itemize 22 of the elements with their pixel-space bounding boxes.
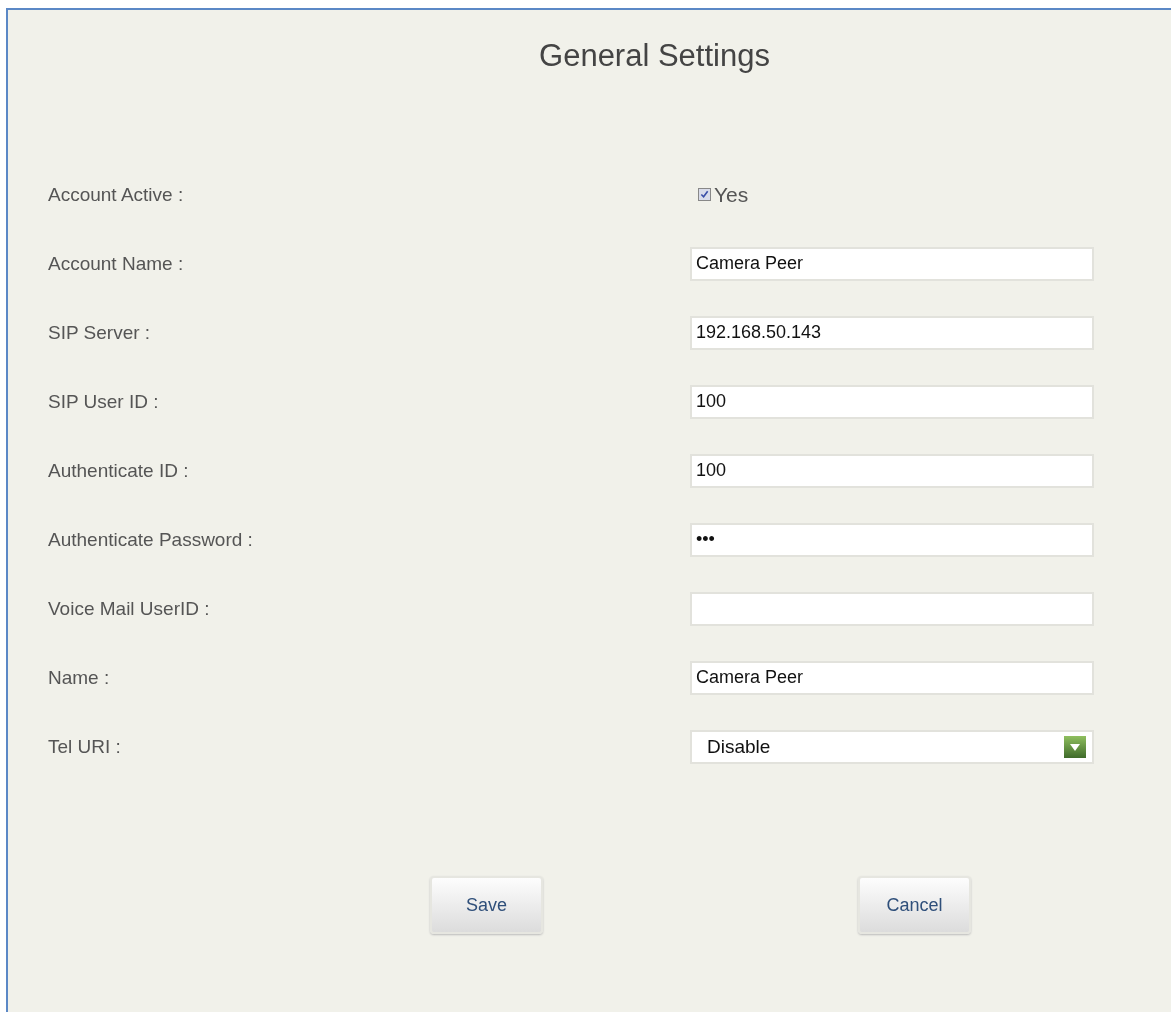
input-field[interactable]: ••• — [690, 522, 1094, 557]
page-title: General Settings — [538, 37, 771, 75]
field-label: Account Name : — [48, 252, 185, 275]
field-label: Authenticate Password : — [48, 528, 254, 551]
input-field[interactable]: 100 — [690, 384, 1094, 419]
field-label: Account Active : — [48, 183, 185, 206]
field-label: Authenticate ID : — [48, 459, 190, 482]
field-label: Name : — [48, 666, 111, 689]
input-field[interactable]: 100 — [690, 453, 1094, 488]
save-button[interactable]: Save — [430, 876, 543, 934]
field-label: SIP User ID : — [48, 390, 160, 413]
input-field[interactable]: 192.168.50.143 — [690, 315, 1094, 350]
field-label: Voice Mail UserID : — [48, 597, 211, 620]
checkbox[interactable] — [698, 188, 711, 201]
cancel-button[interactable]: Cancel — [858, 876, 971, 934]
checkbox-label: Yes — [714, 182, 749, 207]
input-field[interactable] — [690, 591, 1094, 626]
field-label: SIP Server : — [48, 321, 152, 344]
dropdown[interactable]: Disable — [690, 729, 1094, 764]
field-label: Tel URI : — [48, 735, 122, 758]
input-field[interactable]: Camera Peer — [690, 246, 1094, 281]
input-field[interactable]: Camera Peer — [690, 660, 1094, 695]
